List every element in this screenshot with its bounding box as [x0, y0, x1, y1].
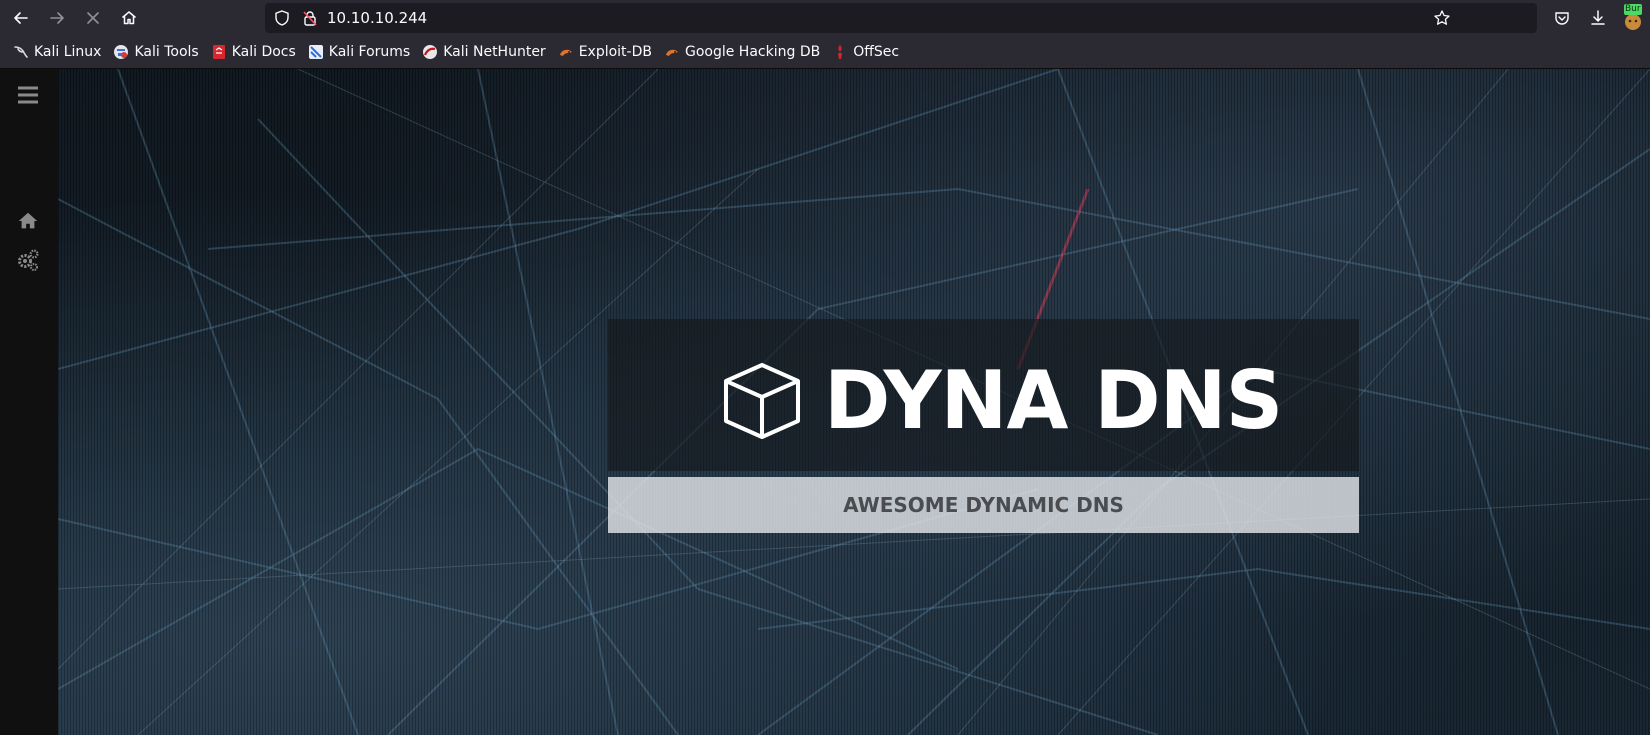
brand-title: DYNA DNS [824, 354, 1283, 447]
menu-button[interactable] [10, 77, 46, 113]
bookmark-label: Exploit-DB [578, 44, 652, 60]
shield-icon[interactable] [273, 9, 291, 27]
insecure-lock-icon[interactable] [301, 9, 319, 27]
pocket-button[interactable] [1547, 3, 1577, 33]
burp-extension-button[interactable]: Bur [1618, 2, 1648, 34]
gears-icon [18, 249, 39, 271]
sidebar-item-settings[interactable] [10, 242, 46, 278]
cube-icon [724, 363, 800, 439]
bookmark-label: Kali Forums [328, 44, 411, 60]
close-icon [87, 12, 99, 24]
ghdb-icon [664, 44, 680, 60]
kali-forums-icon [308, 44, 324, 60]
bookmark-kali-forums[interactable]: Kali Forums [303, 39, 415, 65]
menu-icon [18, 86, 38, 104]
bookmark-kali-tools[interactable]: Kali Tools [108, 39, 203, 65]
home-icon [18, 212, 38, 229]
bookmark-label: Google Hacking DB [684, 44, 821, 60]
bookmark-exploit-db[interactable]: Exploit-DB [553, 39, 657, 65]
offsec-icon [832, 44, 848, 60]
bookmarks-toolbar: Kali Linux Kali Tools Kali Docs Kali For… [0, 36, 1650, 69]
bookmark-star-icon[interactable] [1433, 9, 1451, 27]
pocket-icon [1555, 12, 1569, 25]
forward-button[interactable] [42, 3, 72, 33]
bookmark-offsec[interactable]: OffSec [827, 39, 904, 65]
bookmark-label: Kali Docs [231, 44, 296, 60]
kali-dragon-icon [13, 44, 29, 60]
brand-heading: DYNA DNS [722, 351, 1283, 451]
back-button[interactable] [6, 3, 36, 33]
home-button[interactable] [114, 3, 144, 33]
downloads-button[interactable] [1583, 3, 1613, 33]
bookmark-label: Kali NetHunter [443, 44, 546, 60]
web-page: DYNA DNS AWESOME DYNAMIC DNS [0, 69, 1650, 735]
url-text[interactable]: 10.10.10.244 [327, 3, 427, 33]
nethunter-icon [422, 44, 438, 60]
kali-tools-icon [113, 44, 129, 60]
kali-docs-icon [211, 44, 227, 60]
tagline-banner: AWESOME DYNAMIC DNS [608, 477, 1359, 533]
bookmark-kali-nethunter[interactable]: Kali NetHunter [417, 39, 550, 65]
home-icon [122, 11, 136, 25]
download-icon [1591, 10, 1605, 25]
bookmark-label: Kali Tools [134, 44, 199, 60]
forward-arrow-icon [50, 12, 64, 24]
bookmark-label: OffSec [853, 44, 900, 60]
back-arrow-icon [14, 12, 28, 24]
url-bar[interactable]: 10.10.10.244 [265, 3, 1537, 33]
bookmark-google-hacking-db[interactable]: Google Hacking DB [659, 39, 825, 65]
bookmark-label: Kali Linux [34, 44, 102, 60]
bookmark-kali-linux[interactable]: Kali Linux [8, 39, 106, 65]
sidebar [0, 69, 58, 735]
extension-badge: Bur [1625, 4, 1641, 14]
sidebar-item-home[interactable] [10, 203, 46, 239]
bookmark-kali-docs[interactable]: Kali Docs [206, 39, 301, 65]
exploit-db-icon [558, 44, 574, 60]
stop-button[interactable] [78, 3, 108, 33]
browser-toolbar: 10.10.10.244 Bur [0, 0, 1650, 36]
